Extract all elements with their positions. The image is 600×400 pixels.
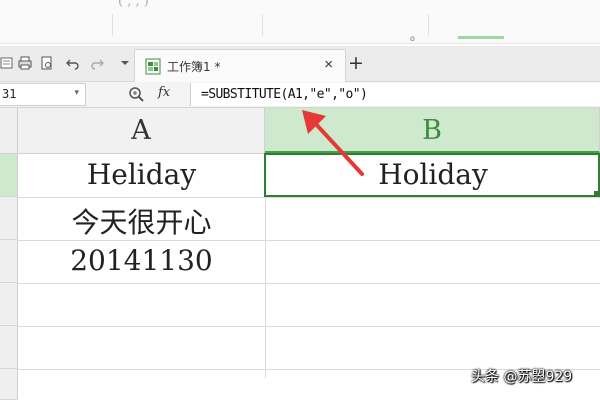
tab-label: 工作簿1 * (167, 60, 221, 74)
formula-input[interactable]: =SUBSTITUTE(A1,"e","o") (190, 83, 600, 106)
ribbon-divider (112, 14, 113, 36)
cell-a2[interactable]: 今天很开心 (18, 201, 265, 241)
ribbon-active-indicator (458, 36, 504, 39)
column-header-a[interactable]: A (18, 108, 265, 154)
row-gridline (18, 283, 600, 284)
name-box[interactable]: 31 ▾ (0, 83, 86, 106)
print-icon[interactable] (18, 56, 32, 70)
cell-a3[interactable]: 20141130 (18, 244, 265, 277)
quick-access-toolbar: 工作簿1 * × + (0, 46, 600, 82)
doc-preview-icon[interactable] (40, 56, 54, 70)
cell-a1[interactable]: Heliday (18, 158, 265, 191)
redo-icon[interactable] (90, 56, 104, 70)
formula-text: =SUBSTITUTE(A1,"e","o") (201, 87, 368, 102)
watermark: 头条 @苏曌929 (471, 369, 573, 385)
row-header-2[interactable] (0, 197, 18, 240)
annotation-arrow-icon (302, 110, 364, 176)
dropdown-icon[interactable] (118, 56, 132, 70)
row-header-1[interactable] (0, 154, 18, 197)
ribbon-divider (428, 14, 429, 36)
row-header-3[interactable] (0, 240, 18, 283)
fill-handle[interactable] (594, 191, 600, 197)
spreadsheet-file-icon (145, 58, 161, 75)
ribbon-remnant: ( , , ) o (0, 0, 600, 44)
select-all-corner[interactable] (0, 108, 18, 154)
row-header-5[interactable] (0, 326, 18, 369)
name-box-value: 31 (2, 87, 17, 101)
undo-icon[interactable] (66, 56, 80, 70)
ribbon-divider (262, 14, 263, 36)
print-preview-icon[interactable] (0, 56, 14, 70)
chevron-down-icon[interactable]: ▾ (74, 87, 79, 98)
insert-function-button[interactable]: fx (158, 85, 170, 100)
close-tab-button[interactable]: × (324, 56, 333, 73)
zoom-icon[interactable] (128, 86, 146, 104)
row-gridline (18, 197, 600, 198)
row-gridline (18, 326, 600, 327)
add-tab-button[interactable]: + (348, 52, 364, 74)
ribbon-text-fragment: ( , , ) (118, 0, 149, 9)
row-header-6[interactable] (0, 369, 18, 400)
ribbon-marker: o (410, 34, 415, 43)
tab-workbook1[interactable]: 工作簿1 * × (134, 49, 346, 82)
row-header-4[interactable] (0, 283, 18, 326)
